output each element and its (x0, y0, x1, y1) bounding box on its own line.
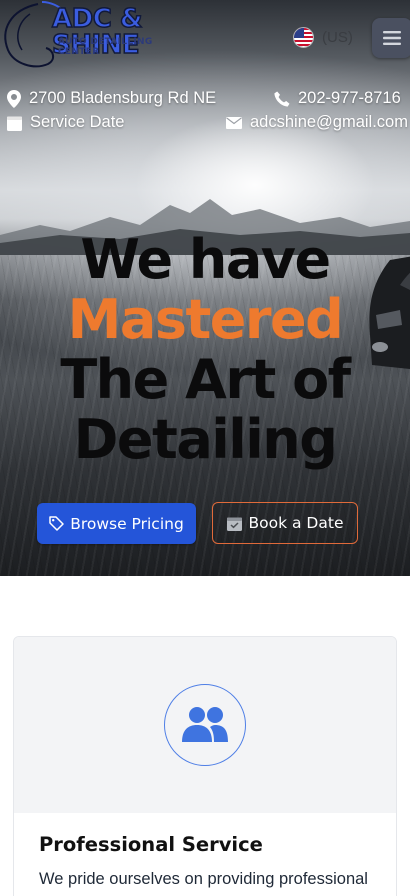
tag-icon (49, 516, 64, 531)
card-description: We pride ourselves on providing professi… (39, 870, 368, 888)
us-flag-icon (293, 27, 314, 48)
headline-line-2-accent: Mastered (67, 288, 344, 351)
service-date-text: Service Date (30, 113, 125, 131)
hero-headline: We have Mastered The Art of Detailing (0, 230, 410, 470)
phone-link[interactable]: 202-977-8716 (274, 89, 401, 108)
email-link[interactable]: adcshine@gmail.com (226, 113, 408, 132)
feature-card-professional-service: Professional Service We pride ourselves … (13, 636, 397, 896)
browse-pricing-button[interactable]: Browse Pricing (37, 503, 196, 544)
map-pin-icon (7, 89, 21, 108)
card-icon-circle (164, 684, 246, 766)
calendar-icon (7, 116, 22, 131)
users-icon (182, 707, 228, 742)
browse-pricing-label: Browse Pricing (70, 514, 184, 533)
address-text: 2700 Bladensburg Rd NE (29, 89, 217, 107)
brand-logo[interactable]: ADC & SHINE AUTO DETAILLING CENTER (0, 0, 190, 72)
phone-text: 202-977-8716 (298, 89, 401, 107)
calendar-check-icon (226, 517, 242, 531)
language-selector[interactable]: (US) (293, 27, 353, 48)
language-label: (US) (322, 29, 353, 46)
service-date-link[interactable]: Service Date (7, 113, 124, 132)
hamburger-icon (383, 31, 401, 45)
headline-line-3: The Art of (60, 348, 351, 411)
phone-icon (274, 91, 290, 107)
address-link[interactable]: 2700 Bladensburg Rd NE (7, 89, 216, 108)
email-text: adcshine@gmail.com (250, 113, 408, 131)
headline-line-4: Detailing (73, 408, 338, 471)
menu-toggle-button[interactable] (372, 18, 410, 58)
card-title: Professional Service (39, 833, 263, 856)
envelope-icon (226, 116, 242, 129)
logo-sub-text: AUTO DETAILLING CENTER (58, 37, 153, 57)
headline-line-1: We have (80, 228, 331, 291)
book-date-button[interactable]: Book a Date (212, 502, 358, 544)
book-date-label: Book a Date (248, 514, 344, 532)
